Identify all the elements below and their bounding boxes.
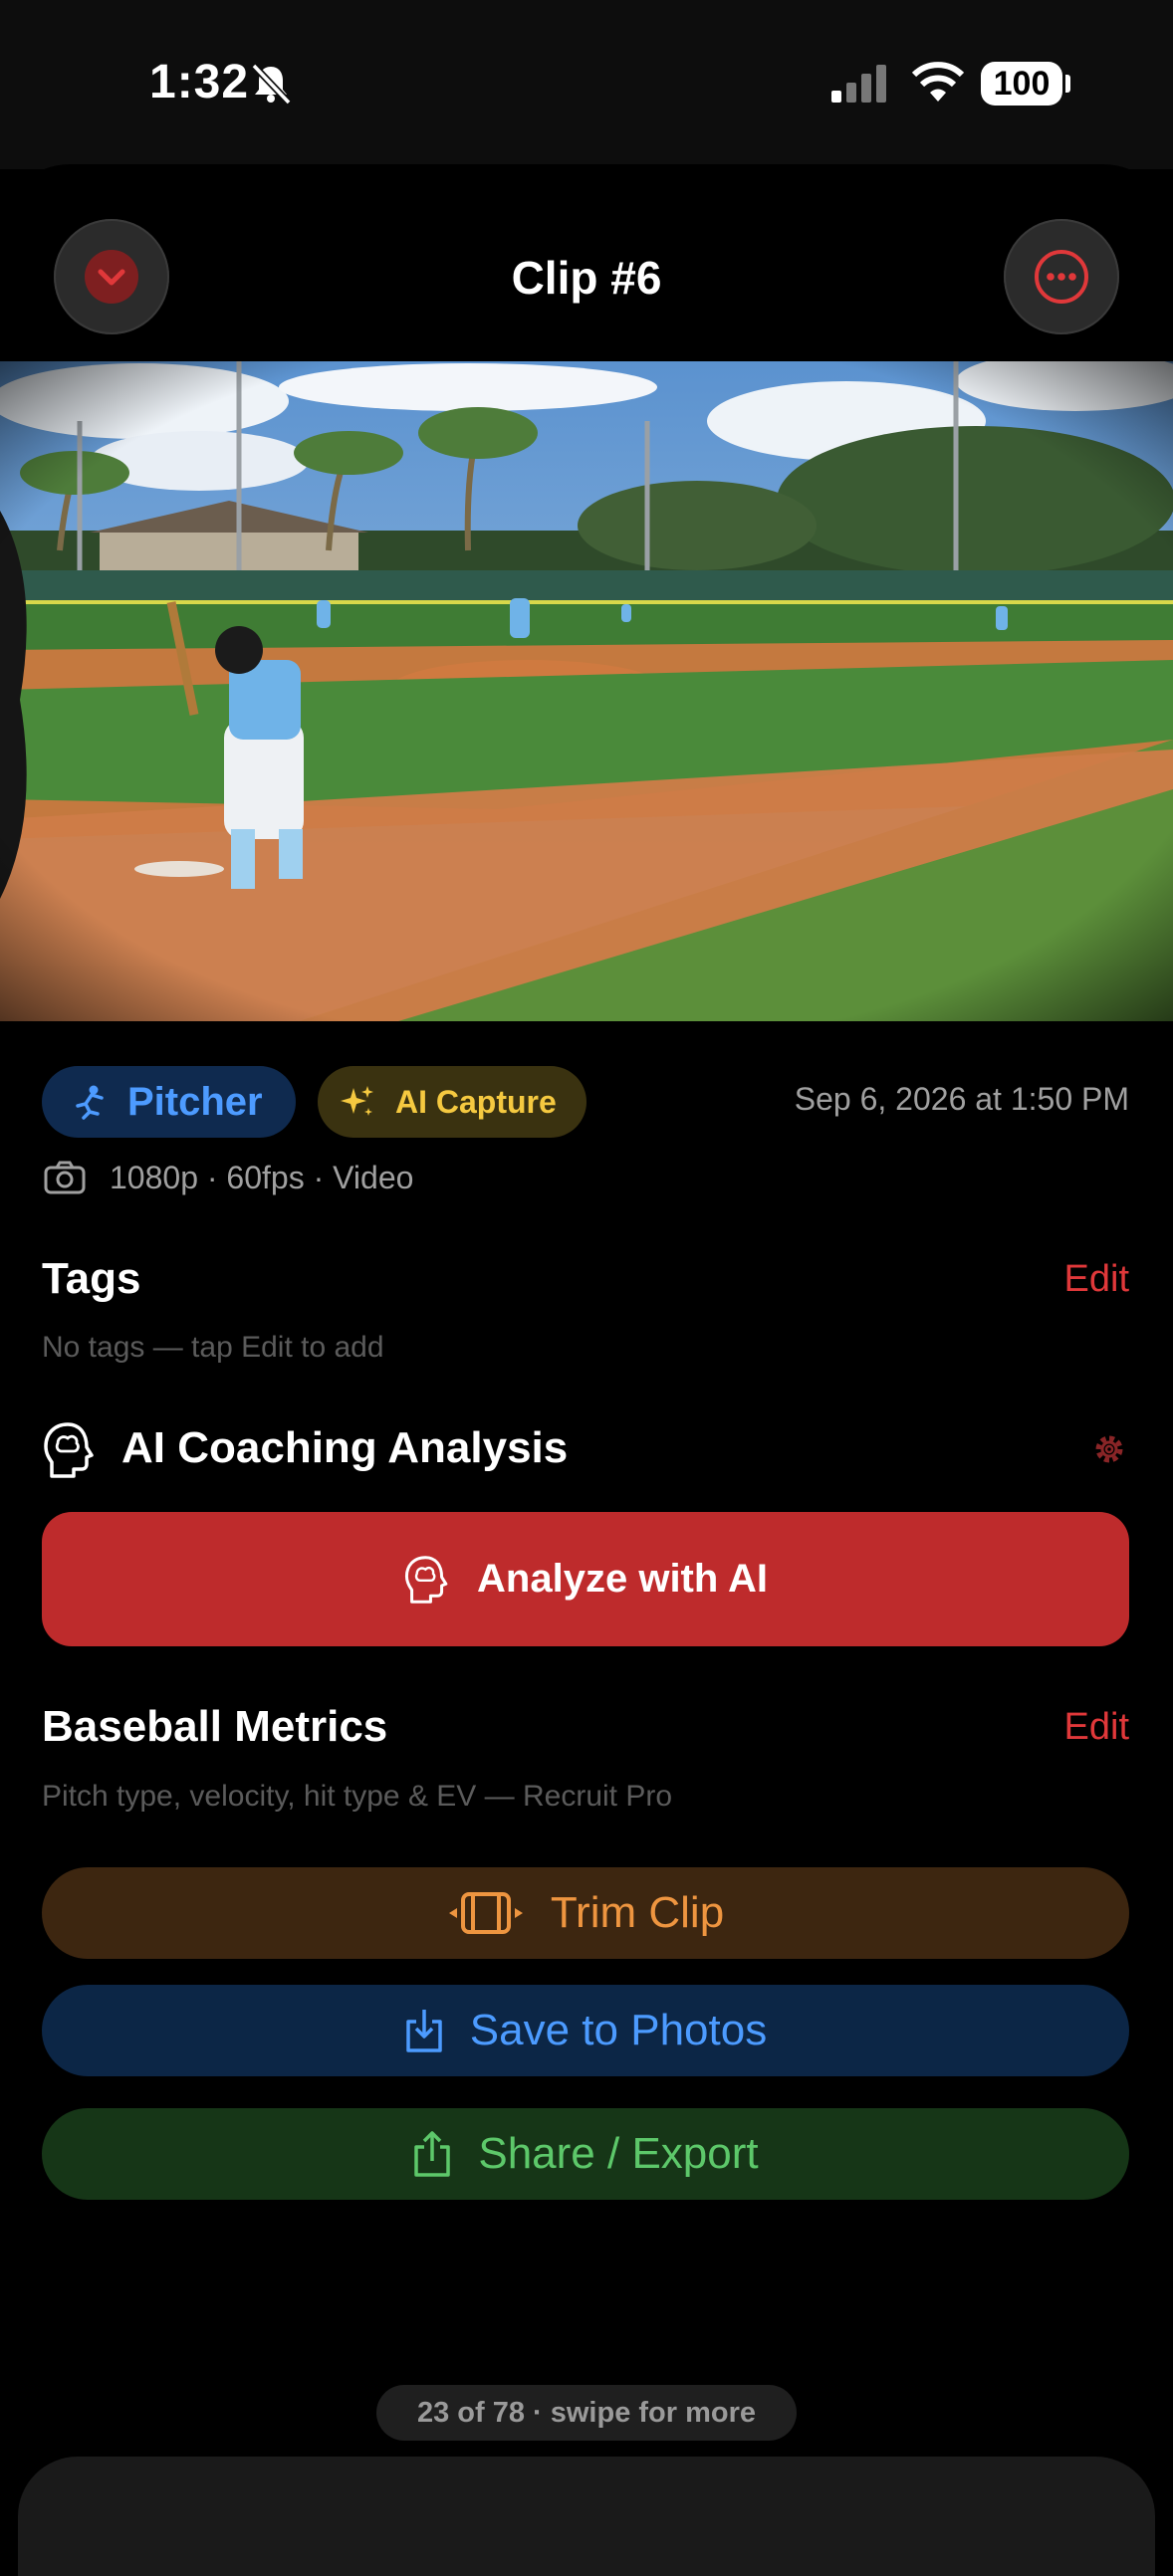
tags-edit-button[interactable]: Edit bbox=[1064, 1258, 1129, 1301]
page-title: Clip #6 bbox=[511, 252, 662, 304]
more-button[interactable] bbox=[1004, 219, 1119, 334]
baseball-field-image bbox=[0, 361, 1173, 1021]
clip-date: Sep 6, 2026 at 1:50 PM bbox=[794, 1081, 1129, 1117]
analyze-with-ai-button[interactable]: Analyze with AI bbox=[42, 1512, 1129, 1646]
pitcher-icon bbox=[76, 1085, 104, 1120]
tags-hint: No tags — tap Edit to add bbox=[42, 1331, 384, 1364]
ellipsis-icon bbox=[1035, 250, 1088, 304]
gear-icon[interactable] bbox=[1091, 1431, 1127, 1467]
brain-head-icon bbox=[44, 1422, 94, 1478]
metrics-title: Baseball Metrics bbox=[42, 1702, 388, 1751]
share-export-button[interactable]: Share / Export bbox=[42, 2108, 1129, 2200]
save-to-photos-button[interactable]: Save to Photos bbox=[42, 1985, 1129, 2076]
status-bar: 1:32 100 bbox=[0, 0, 1173, 169]
analyze-with-ai-label: Analyze with AI bbox=[477, 1557, 768, 1601]
trim-clip-button[interactable]: Trim Clip bbox=[42, 1867, 1129, 1959]
trim-clip-label: Trim Clip bbox=[550, 1888, 725, 1937]
battery-nub bbox=[1065, 75, 1070, 93]
brain-head-icon bbox=[404, 1555, 448, 1604]
status-time: 1:32 bbox=[149, 56, 250, 108]
bell-muted-icon bbox=[251, 63, 292, 106]
battery-indicator: 100 bbox=[981, 62, 1062, 106]
save-to-photos-label: Save to Photos bbox=[469, 2006, 768, 2054]
share-export-label: Share / Export bbox=[478, 2129, 759, 2178]
capture-chip: AI Capture bbox=[318, 1066, 586, 1138]
wifi-icon bbox=[911, 62, 965, 102]
clip-meta: 1080p · 60fps · Video bbox=[110, 1160, 414, 1195]
capture-chip-label: AI Capture bbox=[395, 1083, 557, 1120]
camera-icon bbox=[44, 1161, 86, 1194]
next-clip-sheet-peek[interactable] bbox=[18, 2457, 1155, 2576]
clip-video-preview[interactable] bbox=[0, 361, 1173, 1021]
position-chip-label: Pitcher bbox=[127, 1079, 263, 1124]
metrics-edit-button[interactable]: Edit bbox=[1064, 1706, 1129, 1749]
tags-title: Tags bbox=[42, 1254, 141, 1303]
ai-analysis-title: AI Coaching Analysis bbox=[121, 1423, 569, 1472]
trim-film-icon bbox=[448, 1892, 523, 1934]
cellular-signal-icon bbox=[831, 65, 886, 103]
download-tray-icon bbox=[406, 2010, 442, 2052]
share-icon bbox=[414, 2131, 451, 2177]
metrics-hint: Pitch type, velocity, hit type & EV — Re… bbox=[42, 1780, 673, 1813]
position-chip[interactable]: Pitcher bbox=[42, 1066, 296, 1138]
sparkles-icon bbox=[341, 1086, 373, 1116]
pager-indicator: 23 of 78 · swipe for more bbox=[376, 2385, 797, 2441]
